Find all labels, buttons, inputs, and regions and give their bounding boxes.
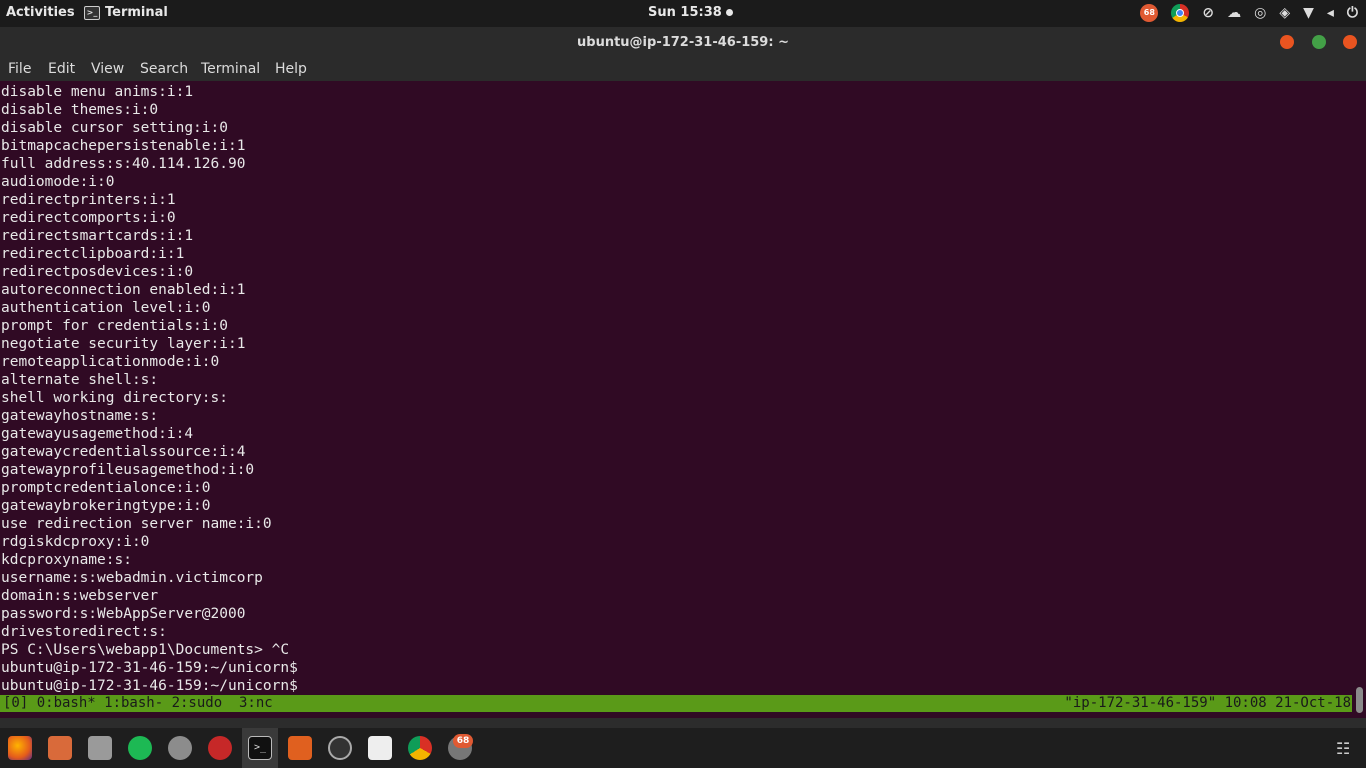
activities-button[interactable]: Activities [6,5,75,20]
terminal-dock-icon[interactable]: >_ [248,736,272,760]
menu-edit[interactable]: Edit [48,61,75,77]
terminal-line: disable themes:i:0 [1,102,159,118]
terminal-line: gatewayhostname:s: [1,408,159,424]
proxy-dock-icon[interactable] [328,736,352,760]
terminal-line: redirectposdevices:i:0 [1,264,194,280]
maximize-button[interactable] [1312,35,1326,49]
cherry-icon[interactable] [208,736,232,760]
scrollbar[interactable] [1356,81,1363,718]
menu-file[interactable]: File [8,61,31,77]
software-icon[interactable] [48,736,72,760]
show-apps-grid-icon[interactable]: ☷ [1336,740,1354,758]
monitor-icon[interactable] [168,736,192,760]
terminal-line: audiomode:i:0 [1,174,115,190]
wifi-icon[interactable]: ▼ [1303,3,1314,23]
system-tray: 68 ⊘ ☁ ◎ ◈ ▼ ◂ ⏻ [1140,3,1358,23]
terminal-line: negotiate security layer:i:1 [1,336,246,352]
document-icon[interactable] [368,736,392,760]
terminal-line: ubuntu@ip-172-31-46-159:~/unicorn$ [1,660,298,676]
menu-help[interactable]: Help [275,61,307,77]
clock[interactable]: Sun 15:38 [648,5,733,20]
notification-dot-icon [725,9,733,16]
terminal-line: rdgiskdcproxy:i:0 [1,534,150,550]
power-icon[interactable]: ⏻ [1347,3,1358,23]
terminal-line: redirectprinters:i:1 [1,192,176,208]
terminal-line: promptcredentialonce:i:0 [1,480,211,496]
clock-text: Sun 15:38 [648,5,722,20]
menu-terminal[interactable]: Terminal [201,61,260,77]
terminal-line: redirectcomports:i:0 [1,210,176,226]
scrollbar-thumb[interactable] [1356,687,1363,713]
top-bar: Activities >_ Terminal Sun 15:38 68 ⊘ ☁ … [0,0,1366,27]
terminal-line: autoreconnection enabled:i:1 [1,282,246,298]
terminal-line: disable cursor setting:i:0 [1,120,228,136]
terminal-icon: >_ [84,5,100,20]
sublime-icon[interactable] [288,736,312,760]
terminal-line: gatewaybrokeringtype:i:0 [1,498,211,514]
cloud-icon[interactable]: ☁ [1227,3,1241,23]
terminal-line: gatewaycredentialssource:i:4 [1,444,246,460]
proxy-icon[interactable]: ⊘ [1202,3,1214,23]
volume-icon[interactable]: ◂ [1327,3,1334,23]
window-titlebar[interactable]: ubuntu@ip-172-31-46-159: ~ [0,27,1366,57]
spotify-icon[interactable] [128,736,152,760]
app-name: Terminal [105,5,168,20]
terminal-line: password:s:WebAppServer@2000 [1,606,246,622]
terminal-line: PS C:\Users\webapp1\Documents> ^C [1,642,290,658]
terminal-line: remoteapplicationmode:i:0 [1,354,220,370]
terminal-line: gatewayprofileusagemethod:i:0 [1,462,255,478]
menu-view[interactable]: View [91,61,124,77]
terminal-line: ubuntu@ip-172-31-46-159:~/unicorn$ [1,678,307,694]
firefox-icon[interactable] [8,736,32,760]
chrome-tray-icon[interactable] [1171,4,1190,22]
terminal-output: disable menu anims:i:1 disable themes:i:0… [1,83,1351,695]
terminal-window: ubuntu@ip-172-31-46-159: ~ File Edit Vie… [0,27,1366,747]
location-icon[interactable]: ◎ [1254,3,1266,23]
tmux-host-time: "ip-172-31-46-159" 10:08 21-Oct-18 [1064,695,1351,711]
files-icon[interactable] [88,736,112,760]
dock: >_ 68 ☷ [0,728,1366,768]
terminal-line: alternate shell:s: [1,372,159,388]
terminal-line: use redirection server name:i:0 [1,516,272,532]
terminal-line: domain:s:webserver [1,588,159,604]
update-count-badge: 68 [453,734,473,748]
terminal-line: redirectclipboard:i:1 [1,246,185,262]
terminal-line: drivestoredirect:s: [1,624,167,640]
window-title: ubuntu@ip-172-31-46-159: ~ [577,35,789,50]
terminal-line: kdcproxyname:s: [1,552,132,568]
minimize-button[interactable] [1280,35,1294,49]
terminal-line: prompt for credentials:i:0 [1,318,228,334]
terminal-line: username:s:webadmin.victimcorp [1,570,263,586]
terminal-line: shell working directory:s: [1,390,228,406]
terminal-line: authentication level:i:0 [1,300,211,316]
app-menu[interactable]: >_ Terminal [84,5,168,20]
terminal-line: disable menu anims:i:1 [1,84,194,100]
tmux-status-bar: [0] 0:bash* 1:bash- 2:sudo 3:nc "ip-172-… [0,695,1352,712]
menu-search[interactable]: Search [140,61,188,77]
terminal-line: gatewayusagemethod:i:4 [1,426,194,442]
chrome-dock-icon[interactable] [408,736,432,760]
tmux-window-list: [0] 0:bash* 1:bash- 2:sudo 3:nc [3,695,273,711]
terminal-line: redirectsmartcards:i:1 [1,228,194,244]
close-button[interactable] [1343,35,1357,49]
terminal-line: full address:s:40.114.126.90 [1,156,246,172]
menu-bar: File Edit View Search Terminal Help [0,57,1366,81]
network-icon[interactable]: ◈ [1279,3,1290,23]
update-badge-icon[interactable]: 68 [1140,4,1159,22]
terminal-area[interactable]: disable menu anims:i:1 disable themes:i:0… [0,81,1366,747]
terminal-line: bitmapcachepersistenable:i:1 [1,138,246,154]
